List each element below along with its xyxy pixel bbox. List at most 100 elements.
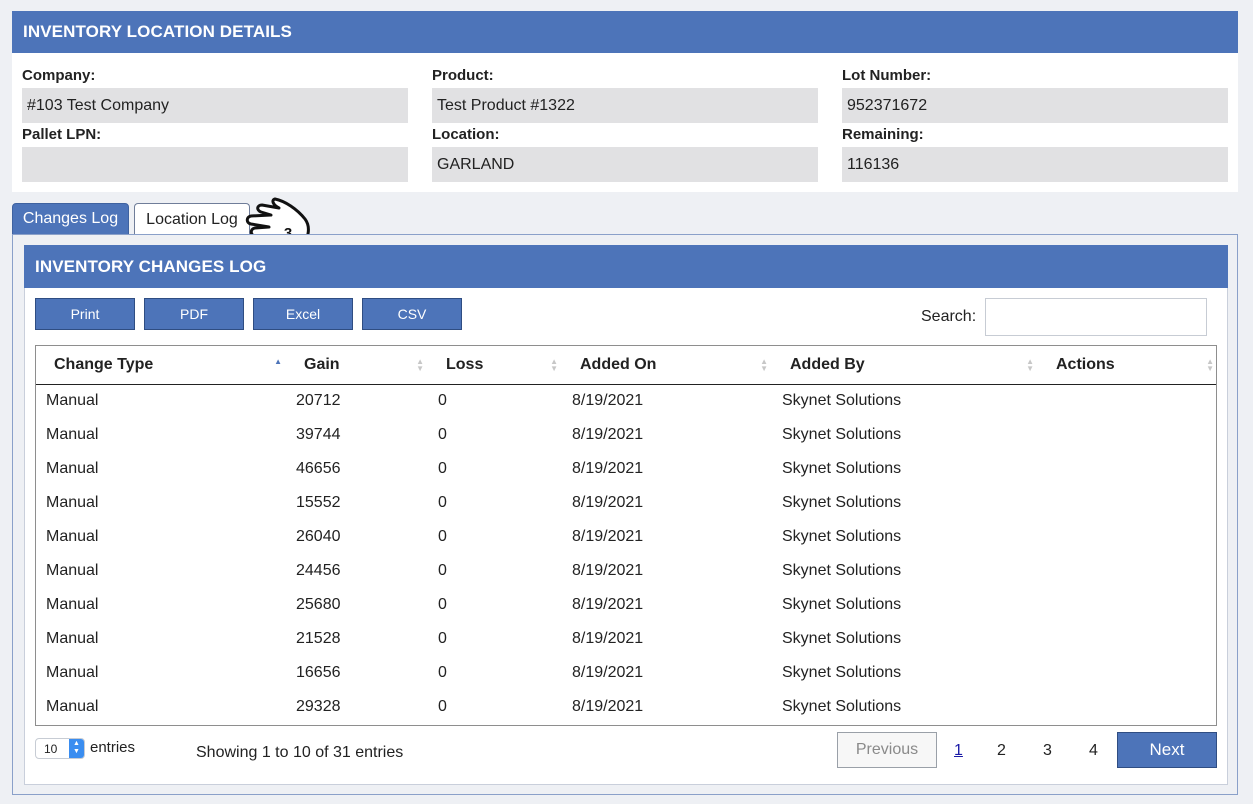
pdf-button[interactable]: PDF [144, 298, 244, 330]
table-row: Manual 20712 0 8/19/2021 Skynet Solutions [36, 384, 1216, 418]
column-header-added-on[interactable]: Added On ▲ ▼ [562, 346, 772, 385]
added-on-cell: 8/19/2021 [572, 426, 644, 443]
pallet-lpn-value [22, 147, 408, 182]
added-by-cell: Skynet Solutions [782, 426, 902, 443]
next-button[interactable]: Next [1117, 732, 1217, 768]
column-header-actions[interactable]: Actions ▲ ▼ [1038, 346, 1216, 385]
page-2-link[interactable]: 2 [997, 742, 1006, 760]
table-row: Manual 29328 0 8/19/2021 Skynet Solutions [36, 690, 1216, 724]
actions-cell [1038, 520, 1216, 554]
search-label: Search: [921, 308, 977, 325]
actions-cell [1038, 656, 1216, 690]
change-type-cell: Manual [46, 494, 99, 511]
loss-cell: 0 [438, 664, 447, 681]
added-on-cell: 8/19/2021 [572, 664, 644, 681]
change-type-cell: Manual [46, 426, 99, 443]
column-header-change-type[interactable]: Change Type ▲ [36, 346, 286, 385]
company-label: Company: [22, 67, 96, 84]
change-type-cell: Manual [46, 630, 99, 647]
print-button[interactable]: Print [35, 298, 135, 330]
entries-label: entries [90, 739, 136, 756]
actions-cell [1038, 588, 1216, 622]
loss-cell: 0 [438, 494, 447, 511]
pallet-lpn-label: Pallet LPN: [22, 126, 102, 143]
added-on-cell: 8/19/2021 [572, 562, 644, 579]
loss-cell: 0 [438, 698, 447, 715]
actions-cell [1038, 486, 1216, 520]
table-row: Manual 24456 0 8/19/2021 Skynet Solutions [36, 554, 1216, 588]
sort-icon: ▲ [274, 357, 282, 366]
added-by-cell: Skynet Solutions [782, 528, 902, 545]
changes-log-panel: INVENTORY CHANGES LOG Print PDF Excel CS… [12, 234, 1238, 795]
table-row: Manual 15552 0 8/19/2021 Skynet Solutions [36, 486, 1216, 520]
table-header-row: Change Type ▲ Gain ▲ ▼ Loss ▲ ▼ Added On ▲ ▼ Ad… [36, 346, 1216, 385]
gain-cell: 26040 [296, 528, 341, 545]
search-input[interactable] [985, 298, 1207, 336]
lot-number-label: Lot Number: [842, 67, 932, 84]
column-header-gain[interactable]: Gain ▲ ▼ [286, 346, 428, 385]
excel-button[interactable]: Excel [253, 298, 353, 330]
entries-select[interactable]: 10 ▲ ▼ [35, 738, 85, 759]
table-row: Manual 21528 0 8/19/2021 Skynet Solutions [36, 622, 1216, 656]
page-3-link[interactable]: 3 [1043, 742, 1052, 760]
lot-number-value: 952371672 [842, 88, 1228, 123]
table-row: Manual 16656 0 8/19/2021 Skynet Solutions [36, 656, 1216, 690]
inventory-location-details: INVENTORY LOCATION DETAILS Company: #103… [12, 11, 1238, 192]
gain-cell: 46656 [296, 460, 341, 477]
added-by-cell: Skynet Solutions [782, 664, 902, 681]
added-by-cell: Skynet Solutions [782, 392, 902, 410]
added-by-cell: Skynet Solutions [782, 460, 902, 477]
actions-cell [1038, 554, 1216, 588]
loss-cell: 0 [438, 630, 447, 647]
added-on-cell: 8/19/2021 [572, 596, 644, 613]
added-by-cell: Skynet Solutions [782, 698, 902, 715]
location-value: GARLAND [432, 147, 818, 182]
remaining-value: 116136 [842, 147, 1228, 182]
changes-log-body: Print PDF Excel CSV Search: Change Type ▲… [24, 288, 1228, 785]
location-label: Location: [432, 126, 500, 143]
company-value: #103 Test Company [22, 88, 408, 123]
actions-cell [1038, 384, 1216, 418]
added-by-cell: Skynet Solutions [782, 562, 902, 579]
change-type-cell: Manual [46, 664, 99, 681]
table-info: Showing 1 to 10 of 31 entries [196, 744, 404, 761]
tab-changes-log[interactable]: Changes Log [12, 203, 129, 235]
change-type-cell: Manual [46, 698, 99, 715]
page-4-link[interactable]: 4 [1089, 742, 1098, 760]
previous-button[interactable]: Previous [837, 732, 937, 768]
product-label: Product: [432, 67, 494, 84]
added-by-cell: Skynet Solutions [782, 596, 902, 613]
change-type-cell: Manual [46, 392, 99, 410]
added-on-cell: 8/19/2021 [572, 528, 644, 545]
column-header-added-by[interactable]: Added By ▲ ▼ [772, 346, 1038, 385]
sort-icon: ▲ ▼ [550, 357, 558, 373]
change-type-cell: Manual [46, 460, 99, 477]
column-header-loss[interactable]: Loss ▲ ▼ [428, 346, 562, 385]
loss-cell: 0 [438, 596, 447, 613]
added-on-cell: 8/19/2021 [572, 392, 644, 410]
sort-icon: ▲ ▼ [760, 357, 768, 373]
sort-icon: ▲ ▼ [1206, 357, 1214, 373]
gain-cell: 39744 [296, 426, 341, 443]
change-type-cell: Manual [46, 596, 99, 613]
loss-cell: 0 [438, 460, 447, 477]
page-1-link[interactable]: 1 [954, 742, 963, 760]
loss-cell: 0 [438, 426, 447, 443]
gain-cell: 20712 [296, 392, 341, 410]
gain-cell: 25680 [296, 596, 341, 613]
csv-button[interactable]: CSV [362, 298, 462, 330]
gain-cell: 21528 [296, 630, 341, 647]
gain-cell: 16656 [296, 664, 341, 681]
loss-cell: 0 [438, 528, 447, 545]
gain-cell: 24456 [296, 562, 341, 579]
loss-cell: 0 [438, 392, 447, 410]
sort-icon: ▲ ▼ [1026, 357, 1034, 373]
actions-cell [1038, 452, 1216, 486]
added-on-cell: 8/19/2021 [572, 630, 644, 647]
tab-location-log[interactable]: Location Log [134, 203, 250, 235]
product-value: Test Product #1322 [432, 88, 818, 123]
added-on-cell: 8/19/2021 [572, 698, 644, 715]
table-row: Manual 39744 0 8/19/2021 Skynet Solutions [36, 418, 1216, 452]
table-row: Manual 26040 0 8/19/2021 Skynet Solutions [36, 520, 1216, 554]
loss-cell: 0 [438, 562, 447, 579]
